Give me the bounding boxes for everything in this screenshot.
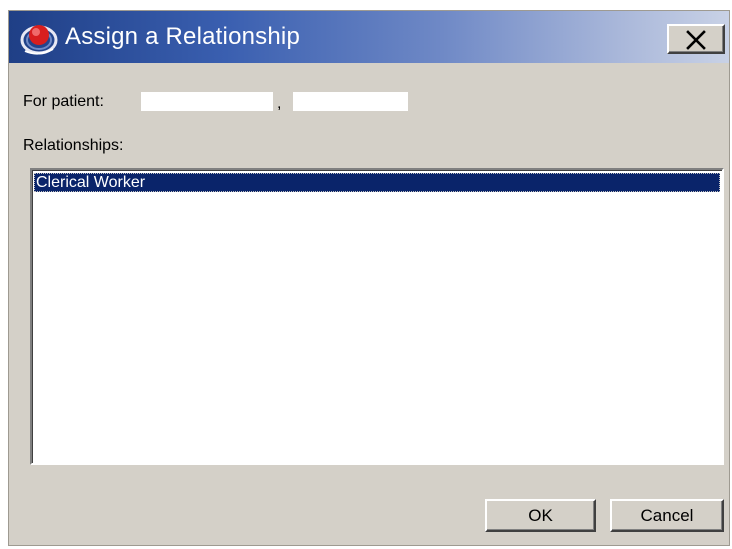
close-icon	[686, 30, 706, 50]
patient-first-name	[293, 92, 408, 111]
title-bar[interactable]: Assign a Relationship	[9, 11, 729, 63]
close-button[interactable]	[667, 24, 725, 54]
patient-last-name	[141, 92, 273, 111]
list-item-clerical-worker[interactable]: Clerical Worker	[34, 173, 720, 192]
relationships-label: Relationships:	[23, 137, 124, 154]
for-patient-label: For patient:	[23, 93, 104, 110]
dialog-title: Assign a Relationship	[65, 23, 301, 50]
app-logo-icon	[19, 21, 59, 55]
assign-relationship-dialog: Assign a Relationship For patient: , Rel…	[8, 10, 730, 546]
cancel-button[interactable]: Cancel	[610, 499, 724, 532]
ok-button[interactable]: OK	[485, 499, 596, 532]
patient-name-separator: ,	[277, 95, 282, 112]
relationships-listbox[interactable]: Clerical Worker	[30, 168, 724, 465]
